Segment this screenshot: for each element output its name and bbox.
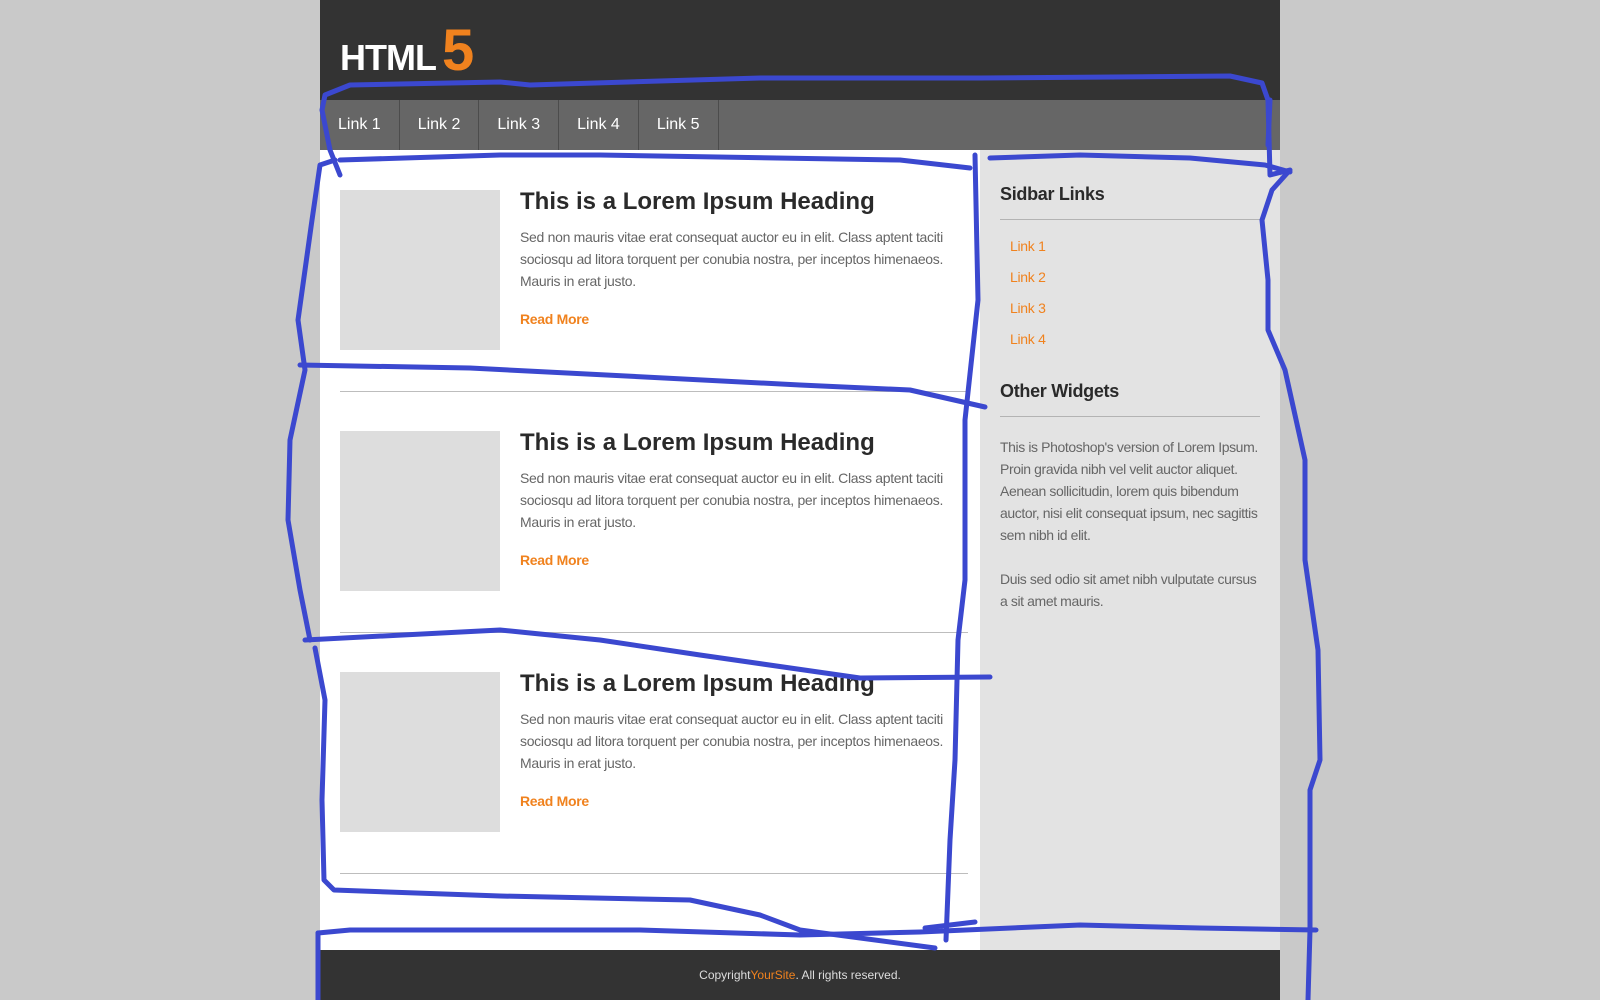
nav-link-4[interactable]: Link 4 [559,100,639,150]
site-footer: Copyright YourSite. All rights reserved. [320,950,1280,1000]
sidebar-link-list: Link 1 Link 2 Link 3 Link 4 [1010,238,1046,362]
copyright-suffix: . All rights reserved. [795,968,901,982]
sidebar-link-2[interactable]: Link 2 [1010,269,1046,285]
site-header: HTML 5 [320,0,1280,100]
article-thumbnail [340,431,500,591]
sidebar-link-item: Link 4 [1010,331,1046,362]
site-logo[interactable]: HTML 5 [340,22,474,80]
article-card: This is a Lorem Ipsum Heading Sed non ma… [340,391,968,633]
main-nav: Link 1 Link 2 Link 3 Link 4 Link 5 [320,100,1280,150]
widget-text: This is Photoshop's version of Lorem Ips… [1000,439,1258,543]
article-card: This is a Lorem Ipsum Heading Sed non ma… [340,150,968,392]
read-more-link[interactable]: Read More [520,552,589,568]
article-heading: This is a Lorem Ipsum Heading [520,670,875,697]
article-body: Sed non mauris vitae erat consequat auct… [520,470,944,530]
sidebar-link-item: Link 2 [1010,269,1046,300]
logo-number: 5 [441,18,475,83]
nav-link-1[interactable]: Link 1 [320,100,400,150]
main-content: This is a Lorem Ipsum Heading Sed non ma… [320,150,980,950]
sidebar-link-1[interactable]: Link 1 [1010,238,1046,254]
copyright-prefix: Copyright [699,968,751,982]
nav-link-5[interactable]: Link 5 [639,100,719,150]
footer-brand-link[interactable]: YourSite [751,968,796,982]
article-thumbnail [340,190,500,350]
article-heading: This is a Lorem Ipsum Heading [520,188,875,215]
article-heading: This is a Lorem Ipsum Heading [520,429,875,456]
sidebar-link-4[interactable]: Link 4 [1010,331,1046,347]
logo-text: HTML [340,37,437,78]
widget-text: Duis sed odio sit amet nibh vulputate cu… [1000,571,1257,609]
sidebar: Sidbar Links Link 1 Link 2 Link 3 Link 4… [980,150,1280,950]
article-thumbnail [340,672,500,832]
read-more-link[interactable]: Read More [520,793,589,809]
sidebar-links-heading: Sidbar Links [1000,184,1260,220]
other-widgets-heading: Other Widgets [1000,381,1260,417]
article-body: Sed non mauris vitae erat consequat auct… [520,229,944,289]
page-container: HTML 5 Link 1 Link 2 Link 3 Link 4 Link … [320,0,1280,1000]
read-more-link[interactable]: Read More [520,311,589,327]
nav-link-2[interactable]: Link 2 [400,100,480,150]
sidebar-link-item: Link 1 [1010,238,1046,269]
sidebar-link-3[interactable]: Link 3 [1010,300,1046,316]
article-card: This is a Lorem Ipsum Heading Sed non ma… [340,632,968,874]
sidebar-link-item: Link 3 [1010,300,1046,331]
nav-link-3[interactable]: Link 3 [479,100,560,150]
article-body: Sed non mauris vitae erat consequat auct… [520,711,944,771]
